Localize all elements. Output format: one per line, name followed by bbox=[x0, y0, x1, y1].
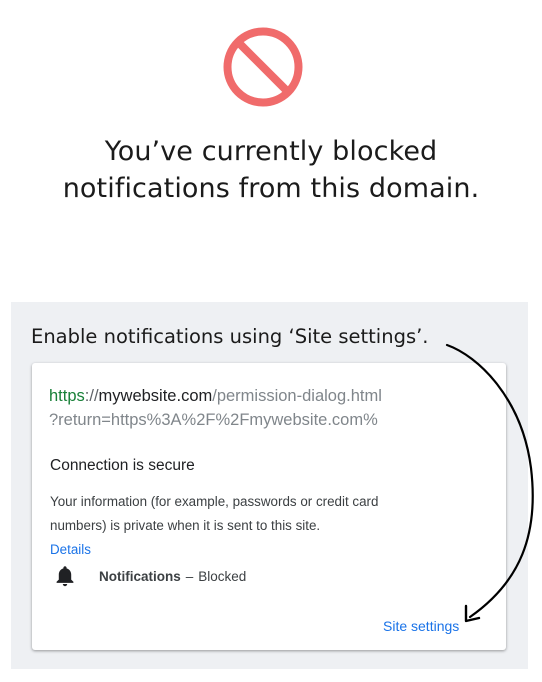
blocked-icon bbox=[223, 27, 303, 107]
connection-info: Your information (for example, passwords… bbox=[50, 490, 490, 562]
url-host: mywebsite.com bbox=[98, 387, 213, 405]
url-query: ?return=https%3A%2F%2Fmywebsite.com% bbox=[49, 411, 378, 429]
blocked-message-line-1: You’ve currently blocked bbox=[104, 136, 438, 167]
site-settings-link[interactable]: Site settings bbox=[383, 616, 459, 636]
notifications-status: Blocked bbox=[198, 568, 247, 584]
url-path: /permission-dialog.html bbox=[212, 387, 382, 405]
bell-icon bbox=[56, 566, 74, 587]
connection-info-line-1: Your information (for example, passwords… bbox=[50, 494, 379, 509]
details-link[interactable]: Details bbox=[50, 538, 490, 562]
instruction-text: Enable notifications using ‘Site setting… bbox=[31, 325, 429, 348]
connection-info-line-2-text: numbers) is private when it is sent to t… bbox=[50, 518, 321, 533]
url-scheme: https bbox=[49, 387, 85, 405]
blocked-message-line-2: notifications from this domain. bbox=[62, 173, 480, 204]
connection-status: Connection is secure bbox=[50, 457, 195, 474]
notifications-permission-row[interactable]: Notifications – Blocked bbox=[55, 564, 246, 588]
url-separator: :// bbox=[84, 387, 99, 405]
site-url: https://mywebsite.com/permission-dialog.… bbox=[49, 384, 489, 432]
site-url-line-1: https://mywebsite.com/permission-dialog.… bbox=[49, 384, 489, 408]
connection-info-line-2: numbers) is private when it is sent to t… bbox=[50, 514, 490, 562]
notifications-separator: – bbox=[185, 568, 194, 584]
notifications-label: Notifications bbox=[99, 568, 181, 584]
blocked-message: You’ve currently blocked notifications f… bbox=[20, 133, 522, 207]
